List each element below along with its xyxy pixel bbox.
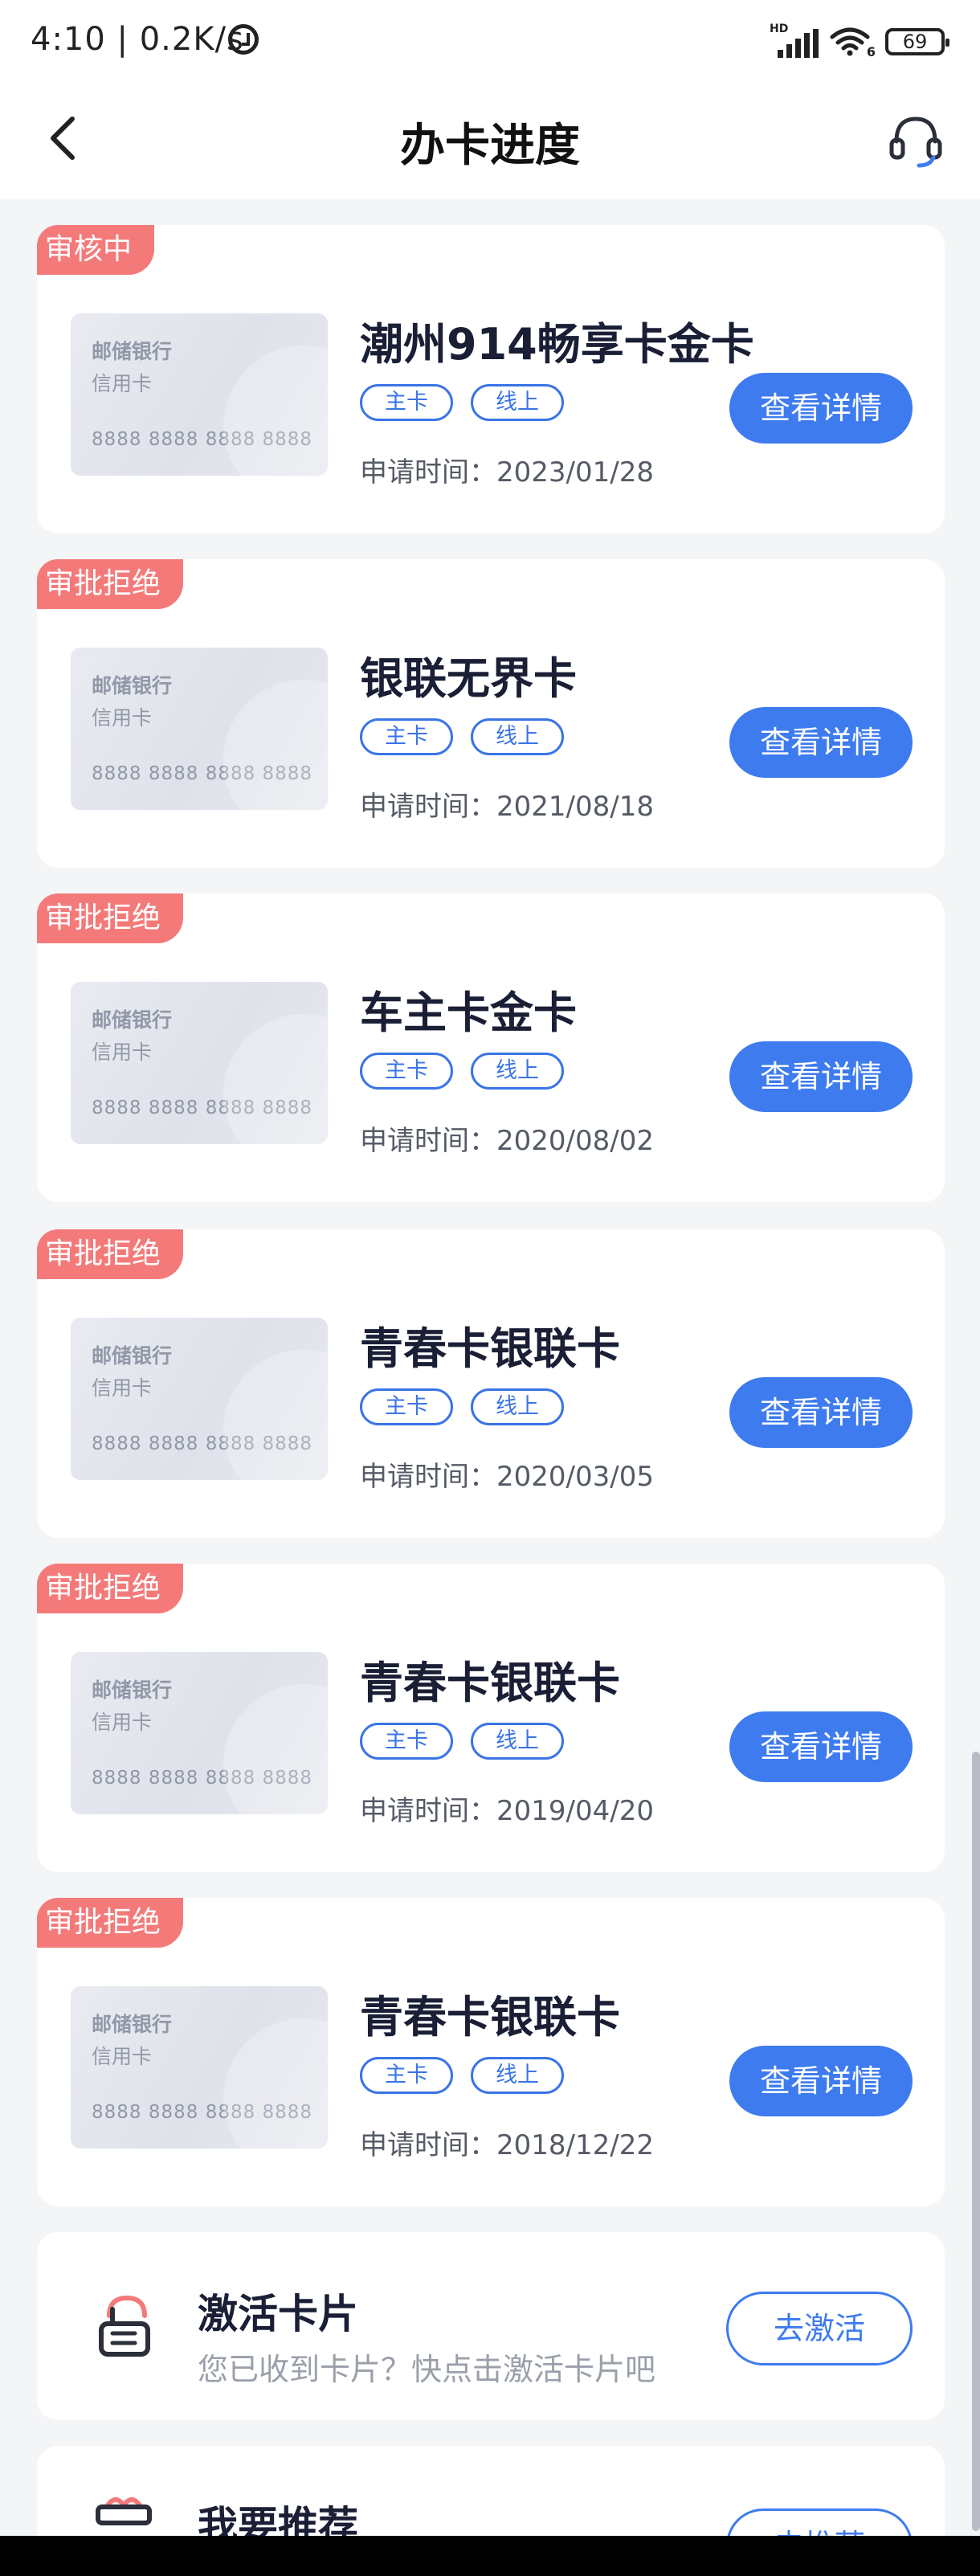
card-image-bank: 邮储银行 <box>92 1008 173 1032</box>
card-image-bank: 邮储银行 <box>92 2013 173 2036</box>
status-indicators: HD 6 69 <box>770 22 949 59</box>
view-details-button[interactable]: 查看详情 <box>729 1041 913 1112</box>
apply-time: 申请时间：2020/03/05 <box>360 1461 654 1493</box>
battery-level: 69 <box>902 31 928 53</box>
credit-card-image: 邮储银行 信用卡 8888 8888 8888 8888 <box>71 313 328 476</box>
apply-time: 申请时间：2020/08/02 <box>360 1125 654 1157</box>
card-name: 青春卡银联卡 <box>360 1323 620 1374</box>
alarm-clock-icon <box>228 24 259 55</box>
card-image-bank: 邮储银行 <box>92 340 173 363</box>
card-image-number: 8888 8888 8888 8888 <box>92 1768 313 1789</box>
apply-time: 申请时间：2019/04/20 <box>360 1795 654 1827</box>
status-badge: 审核中 <box>37 225 155 275</box>
channel-chip: 线上 <box>471 718 564 755</box>
primary-card-chip: 主卡 <box>360 718 453 755</box>
activate-subtitle: 您已收到卡片？快点击激活卡片吧 <box>198 2352 656 2387</box>
card-image-number: 8888 8888 8888 8888 <box>92 763 313 784</box>
status-badge: 审批拒绝 <box>37 559 184 609</box>
page-header: 办卡进度 <box>0 84 980 199</box>
card-image-type: 信用卡 <box>92 2045 153 2068</box>
primary-card-chip: 主卡 <box>360 1723 453 1760</box>
credit-card-image: 邮储银行 信用卡 8888 8888 8888 8888 <box>71 1986 328 2149</box>
view-details-button[interactable]: 查看详情 <box>729 1377 913 1448</box>
card-image-type: 信用卡 <box>92 706 153 730</box>
credit-card-image: 邮储银行 信用卡 8888 8888 8888 8888 <box>71 648 328 810</box>
status-badge: 审批拒绝 <box>37 893 184 943</box>
apply-time: 申请时间：2023/01/28 <box>360 456 654 489</box>
application-card: 审批拒绝 邮储银行 信用卡 8888 8888 8888 8888 车主卡金卡 … <box>37 893 945 1202</box>
apply-time: 申请时间：2021/08/18 <box>360 791 654 823</box>
recommend-title: 我要推荐 <box>198 2503 358 2536</box>
headset-icon <box>889 117 942 168</box>
recommend-button[interactable]: 去推荐 <box>726 2509 913 2536</box>
status-badge: 审批拒绝 <box>37 1898 184 1948</box>
activate-title: 激活卡片 <box>198 2291 358 2337</box>
channel-chip: 线上 <box>471 1053 564 1090</box>
apply-time: 申请时间：2018/12/22 <box>360 2129 654 2161</box>
card-name: 车主卡金卡 <box>360 987 577 1038</box>
activate-button[interactable]: 去激活 <box>726 2292 913 2365</box>
card-image-bank: 邮储银行 <box>92 674 173 697</box>
view-details-button[interactable]: 查看详情 <box>729 1711 913 1782</box>
card-image-type: 信用卡 <box>92 1376 153 1400</box>
primary-card-chip: 主卡 <box>360 384 453 421</box>
channel-chip: 线上 <box>471 384 564 421</box>
recommend-entry[interactable]: 我要推荐 去推荐 <box>37 2446 945 2536</box>
view-details-button[interactable]: 查看详情 <box>729 707 913 778</box>
card-name: 青春卡银联卡 <box>360 1658 620 1708</box>
status-badge: 审批拒绝 <box>37 1229 184 1279</box>
status-time: 4:10 | 0.2K/s <box>31 21 244 58</box>
activate-card-entry[interactable]: 激活卡片 您已收到卡片？快点击激活卡片吧 去激活 <box>37 2232 945 2420</box>
card-image-number: 8888 8888 8888 8888 <box>92 2102 313 2123</box>
card-image-number: 8888 8888 8888 8888 <box>92 1098 313 1118</box>
card-name: 银联无界卡 <box>360 653 577 704</box>
card-name: 潮州914畅享卡金卡 <box>360 319 754 370</box>
customer-service-button[interactable] <box>885 109 946 170</box>
signal-icon: HD <box>770 22 819 58</box>
view-details-button[interactable]: 查看详情 <box>729 373 913 444</box>
primary-card-chip: 主卡 <box>360 1053 453 1090</box>
hand-tap-card-icon <box>99 2295 150 2357</box>
wifi-gen-label: 6 <box>866 44 876 59</box>
application-card: 审批拒绝 邮储银行 信用卡 8888 8888 8888 8888 青春卡银联卡… <box>37 1564 945 1872</box>
credit-card-image: 邮储银行 信用卡 8888 8888 8888 8888 <box>71 982 328 1144</box>
card-name: 青春卡银联卡 <box>360 1992 620 2042</box>
view-details-button[interactable]: 查看详情 <box>729 2046 913 2116</box>
primary-card-chip: 主卡 <box>360 2057 453 2094</box>
card-image-type: 信用卡 <box>92 1711 153 1734</box>
system-navigation-bar <box>0 2536 980 2576</box>
channel-chip: 线上 <box>471 2057 564 2094</box>
status-bar: 4:10 | 0.2K/s HD 6 69 <box>0 0 980 84</box>
primary-card-chip: 主卡 <box>360 1388 453 1425</box>
battery-icon: 69 <box>885 28 949 55</box>
credit-card-image: 邮储银行 信用卡 8888 8888 8888 8888 <box>71 1318 328 1480</box>
credit-card-image: 邮储银行 信用卡 8888 8888 8888 8888 <box>71 1652 328 1814</box>
channel-chip: 线上 <box>471 1388 564 1425</box>
status-badge: 审批拒绝 <box>37 1564 184 1613</box>
channel-chip: 线上 <box>471 1723 564 1760</box>
gift-icon <box>96 2497 152 2525</box>
application-card: 审批拒绝 邮储银行 信用卡 8888 8888 8888 8888 青春卡银联卡… <box>37 1229 945 1538</box>
scrollbar-thumb[interactable] <box>972 1752 980 2531</box>
card-image-number: 8888 8888 8888 8888 <box>92 429 313 450</box>
page-title: 办卡进度 <box>400 120 580 172</box>
card-image-bank: 邮储银行 <box>92 1344 173 1368</box>
wifi-icon: 6 <box>829 27 876 59</box>
application-card: 审批拒绝 邮储银行 信用卡 8888 8888 8888 8888 青春卡银联卡… <box>37 1898 945 2206</box>
card-image-type: 信用卡 <box>92 372 153 395</box>
application-card: 审批拒绝 邮储银行 信用卡 8888 8888 8888 8888 银联无界卡 … <box>37 559 945 868</box>
card-image-bank: 邮储银行 <box>92 1678 173 1702</box>
card-image-number: 8888 8888 8888 8888 <box>92 1433 313 1454</box>
application-card: 审核中 邮储银行 信用卡 8888 8888 8888 8888 潮州914畅享… <box>37 225 945 534</box>
card-image-type: 信用卡 <box>92 1041 153 1064</box>
